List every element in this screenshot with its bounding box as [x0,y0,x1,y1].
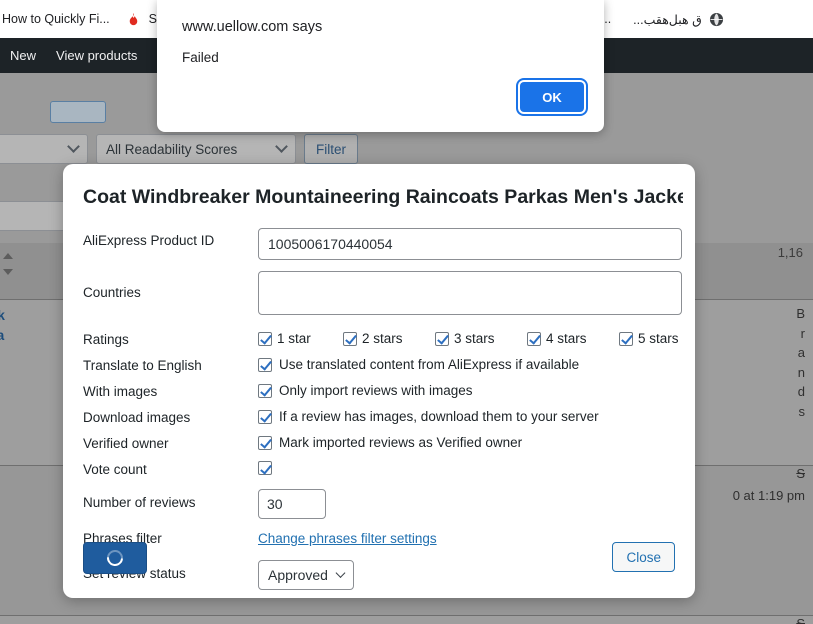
checkbox-icon[interactable] [258,383,272,398]
verified-owner-checkbox-row[interactable]: Mark imported reviews as Verified owner [258,435,683,450]
alert-ok-button[interactable]: OK [520,82,584,112]
with-images-label: With images [83,384,158,399]
row-status-text: S [796,466,805,481]
checkbox-icon[interactable] [619,331,633,346]
filter-select-1[interactable] [0,134,88,164]
screen: All Readability Scores Filter F 1,16 [0,0,813,624]
checkbox-icon[interactable] [435,331,449,346]
product-id-label: AliExpress Product ID [83,233,215,248]
product-title-link[interactable]: ackets W Middle-aged And Young Size Ligh… [0,620,100,624]
browser-tab-title: How to Quickly Fi... [2,12,110,26]
countries-label: Countries [83,285,141,300]
rating-option-1-star[interactable]: 1 star [258,331,343,346]
rating-option-label: 1 star [277,331,311,346]
flame-icon [126,11,142,27]
row-brand-cell: B r a n d s [796,306,805,419]
globe-icon [709,11,725,27]
table-total-count: 1,16 [777,245,803,260]
browser-tab-title: ق هبل‌هقب... [633,12,702,27]
close-button[interactable]: Close [612,542,675,572]
number-of-reviews-label: Number of reviews [83,495,196,510]
checkbox-icon[interactable] [258,435,272,450]
download-images-label: Download images [83,410,191,425]
checkbox-icon[interactable] [258,409,272,424]
table-row: ackets W Middle-aged And Young Size Ligh… [0,615,813,624]
readability-scores-select[interactable]: All Readability Scores [96,134,296,164]
checkbox-icon[interactable] [343,331,357,346]
with-images-checkbox-text: Only import reviews with images [279,383,473,398]
modal-title: Coat Windbreaker Mountaineering Raincoat… [83,186,683,208]
rating-option-label: 2 stars [362,331,403,346]
verified-owner-label: Verified owner [83,436,169,451]
checkbox-icon[interactable] [258,461,272,475]
chevron-down-icon [67,139,80,153]
with-images-checkbox-row[interactable]: Only import reviews with images [258,383,683,398]
number-of-reviews-input[interactable] [258,489,326,519]
rating-option-2-stars[interactable]: 2 stars [343,331,435,346]
download-images-checkbox-text: If a review has images, download them to… [279,409,599,424]
rating-option-label: 3 stars [454,331,495,346]
rating-option-label: 5 stars [638,331,679,346]
vote-count-label: Vote count [83,462,147,477]
ratings-checkbox-group: 1 star 2 stars 3 stars 4 stars 5 stars [258,331,683,346]
filter-button-1[interactable]: Filter [304,134,358,164]
countries-textarea[interactable] [258,271,682,315]
browser-tab[interactable]: How to Quickly Fi... [0,2,118,36]
rating-option-label: 4 stars [546,331,587,346]
row-date: 0 at 1:19 pm [732,488,805,503]
alert-message-text: Failed [182,50,219,65]
checkbox-icon[interactable] [527,331,541,346]
rating-option-3-stars[interactable]: 3 stars [435,331,527,346]
row-status-badge: S [796,466,805,481]
ratings-label: Ratings [83,332,129,347]
translate-label: Translate to English [83,358,202,373]
page-tab-pill[interactable] [50,101,106,123]
rating-option-5-stars[interactable]: 5 stars [619,331,679,346]
alert-origin-text: www.uellow.com says [182,19,323,35]
loading-spinner-icon [103,546,127,570]
import-reviews-button[interactable] [83,542,147,574]
product-id-input[interactable] [258,228,682,260]
admin-bar-new[interactable]: New [0,38,46,73]
checkbox-icon[interactable] [258,331,272,346]
row-status-text: S [796,616,805,624]
readability-scores-value: All Readability Scores [106,141,238,157]
browser-tab[interactable]: ق هبل‌هقب... [625,2,733,36]
vote-count-checkbox-row[interactable] [258,461,683,475]
row-status-badge: S [796,616,805,624]
filter-toolbar-row-1: All Readability Scores Filter [0,134,358,164]
admin-bar-view-products[interactable]: View products [46,38,147,73]
translate-checkbox-row[interactable]: Use translated content from AliExpress i… [258,357,683,372]
translate-checkbox-text: Use translated content from AliExpress i… [279,357,580,372]
browser-alert-dialog: www.uellow.com says Failed OK [157,0,604,132]
product-title-link[interactable]: Windbreak oats Parka ear Men's ng Clothe [0,306,5,384]
verified-owner-checkbox-text: Mark imported reviews as Verified owner [279,435,523,450]
chevron-down-icon [275,139,288,153]
import-reviews-modal: Coat Windbreaker Mountaineering Raincoat… [63,164,695,598]
checkbox-icon[interactable] [258,357,272,372]
download-images-checkbox-row[interactable]: If a review has images, download them to… [258,409,683,424]
modal-footer: Close [63,532,695,598]
sort-arrows-icon[interactable] [2,253,14,275]
rating-option-4-stars[interactable]: 4 stars [527,331,619,346]
